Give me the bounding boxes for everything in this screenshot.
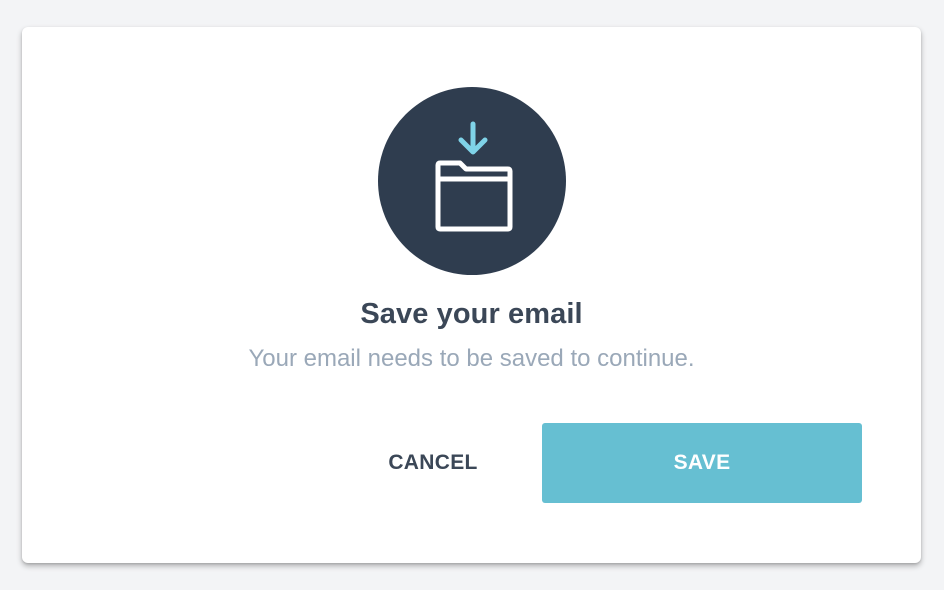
save-email-dialog: Save your email Your email needs to be s… bbox=[22, 27, 921, 563]
folder-download-icon bbox=[378, 87, 566, 275]
dialog-title: Save your email bbox=[360, 298, 583, 330]
save-button[interactable]: SAVE bbox=[542, 423, 862, 503]
cancel-button[interactable]: CANCEL bbox=[358, 423, 508, 503]
dialog-subtitle: Your email needs to be saved to continue… bbox=[248, 345, 695, 372]
folder-download-graphic bbox=[435, 121, 513, 232]
